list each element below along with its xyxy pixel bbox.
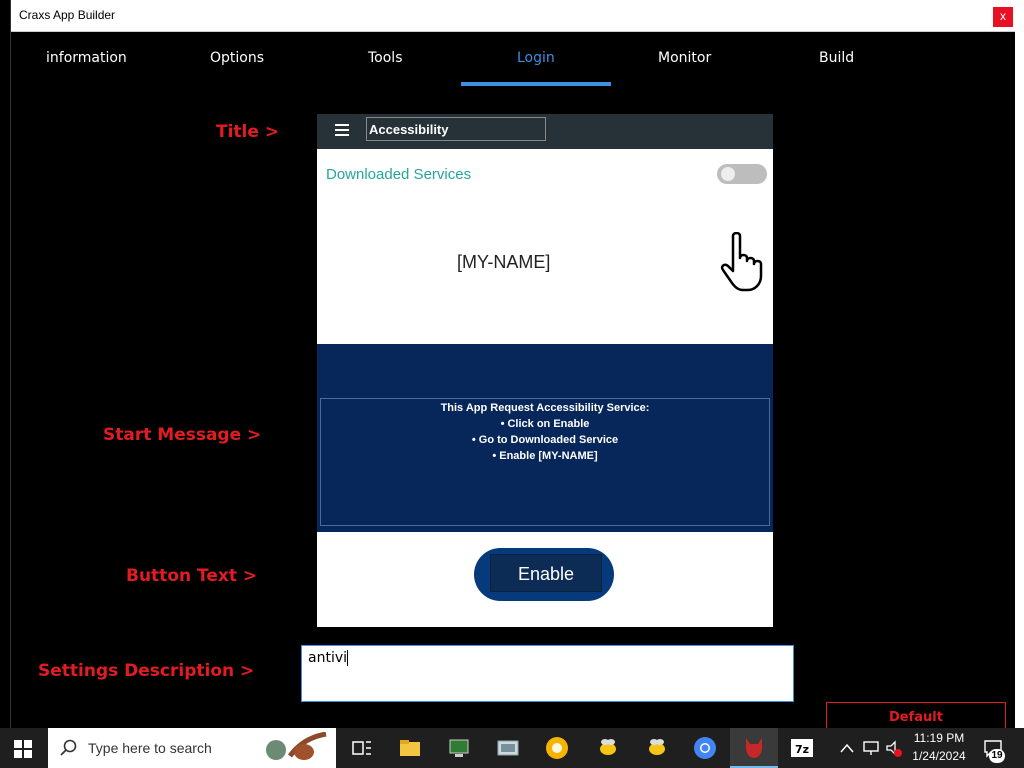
app-window: Craxs App Builder x information Options …: [10, 0, 1015, 728]
tab-build[interactable]: Build: [819, 50, 854, 66]
7zip-icon[interactable]: 7z: [790, 736, 814, 760]
chevron-up-icon[interactable]: [840, 742, 854, 754]
network-app-icon[interactable]: [447, 736, 471, 760]
notification-badge: 19: [989, 749, 1005, 763]
start-message-area: This App Request Accessibility Service: …: [317, 344, 773, 532]
clock-time: 11:19 PM: [913, 731, 965, 745]
enable-button[interactable]: Enable: [474, 548, 614, 601]
search-highlight-image: [260, 731, 332, 764]
message-line: • Enable [MY-NAME]: [492, 450, 598, 462]
title-label: Title >: [216, 122, 280, 142]
clock[interactable]: 11:19 PM 1/24/2024: [906, 731, 972, 763]
windows-start-icon[interactable]: [14, 740, 32, 758]
close-button[interactable]: x: [993, 7, 1013, 27]
settings-description-value: antivi: [308, 650, 348, 666]
tab-information[interactable]: information: [46, 50, 127, 66]
taskbar-search[interactable]: Type here to search: [48, 728, 336, 768]
svg-text:7z: 7z: [795, 743, 809, 756]
tab-monitor[interactable]: Monitor: [658, 50, 711, 66]
search-icon: [60, 739, 77, 756]
tab-tools[interactable]: Tools: [368, 50, 403, 66]
tab-login[interactable]: Login: [517, 50, 555, 66]
title-bar: Craxs App Builder x: [11, 0, 1015, 32]
bee-app-icon-2[interactable]: [645, 736, 669, 760]
preview-toolbar: Accessibility: [317, 114, 773, 149]
volume-muted-icon[interactable]: [885, 740, 903, 758]
remote-desktop-icon[interactable]: [496, 736, 520, 760]
message-line: This App Request Accessibility Service:: [440, 402, 650, 414]
start-message-label: Start Message >: [103, 425, 262, 445]
left-background-strip: [0, 0, 10, 728]
yellow-app-icon[interactable]: [545, 736, 569, 760]
login-preview: Accessibility Downloaded Services [MY-NA…: [317, 114, 773, 627]
app-name-placeholder: [MY-NAME]: [457, 252, 551, 272]
button-text-label: Button Text >: [126, 566, 258, 586]
message-line: • Click on Enable: [500, 418, 590, 430]
message-line: • Go to Downloaded Service: [471, 434, 619, 446]
settings-description-input[interactable]: antivi: [301, 645, 794, 702]
task-view-icon[interactable]: [350, 736, 374, 760]
service-toggle: [717, 164, 767, 184]
file-explorer-icon[interactable]: [398, 736, 422, 760]
title-input[interactable]: Accessibility: [366, 117, 546, 141]
clock-date: 1/24/2024: [912, 749, 966, 763]
default-button[interactable]: Default: [826, 702, 1006, 728]
search-placeholder: Type here to search: [88, 740, 212, 756]
window-title: Craxs App Builder: [19, 8, 116, 22]
craxs-taskbar-button[interactable]: [730, 728, 778, 768]
active-tab-indicator: [461, 82, 611, 86]
settings-description-label: Settings Description >: [38, 661, 255, 681]
pointing-hand-icon: [720, 232, 763, 292]
downloaded-services-label: Downloaded Services: [326, 166, 472, 183]
devil-icon: [746, 738, 762, 758]
background-window-edge: [1014, 0, 1024, 728]
tab-options[interactable]: Options: [210, 50, 264, 66]
button-text-input[interactable]: Enable: [490, 554, 602, 592]
taskbar: Type here to search 7z 11:19 PM 1/24/202…: [0, 728, 1024, 768]
bee-app-icon[interactable]: [596, 736, 620, 760]
menu-icon: [335, 124, 349, 136]
start-message-input[interactable]: This App Request Accessibility Service: …: [320, 398, 770, 526]
network-icon[interactable]: [862, 740, 880, 756]
chrome-icon[interactable]: [693, 736, 717, 760]
